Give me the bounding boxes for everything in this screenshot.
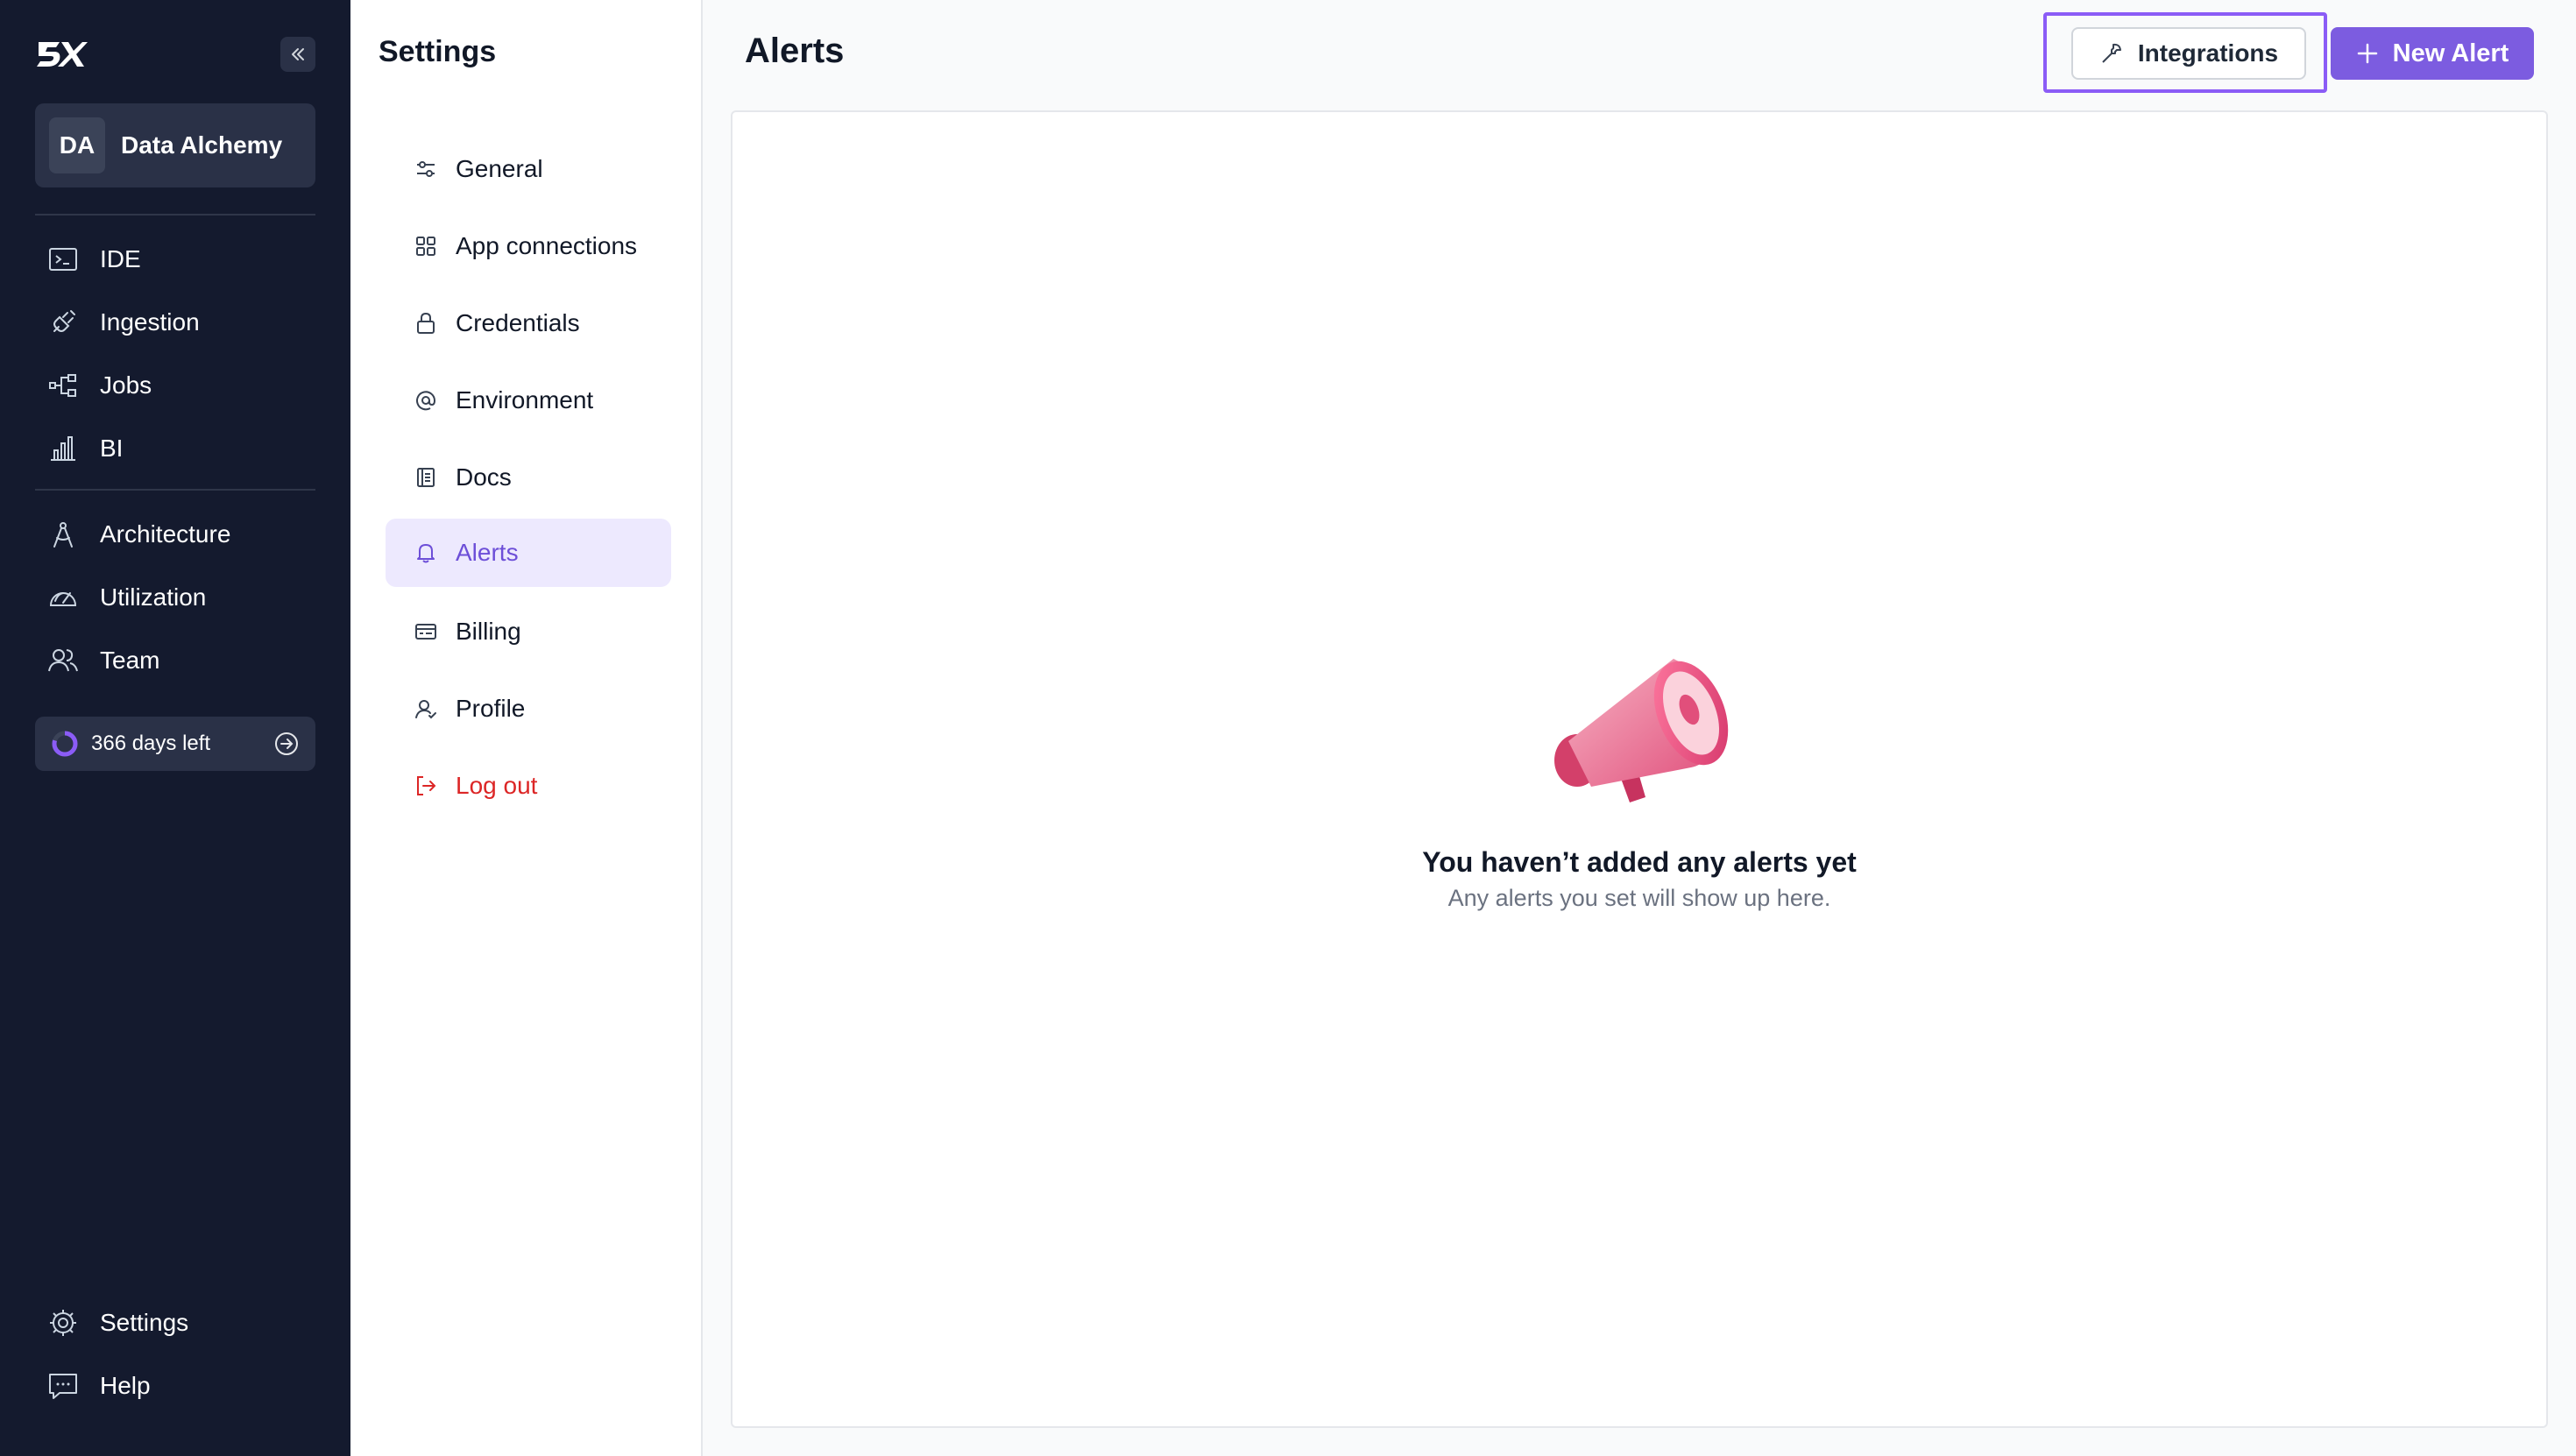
sidebar-item-label: Settings <box>100 1309 189 1336</box>
settings-item-docs[interactable]: Docs <box>386 443 671 512</box>
gauge-icon <box>44 578 82 617</box>
sliders-icon <box>412 155 440 183</box>
settings-item-alerts[interactable]: Alerts <box>386 519 671 587</box>
progress-ring-icon <box>52 731 78 757</box>
trial-days-label: 366 days left <box>91 732 211 755</box>
settings-item-label: App connections <box>456 232 638 259</box>
terminal-icon <box>44 240 82 279</box>
workflow-icon <box>44 366 82 405</box>
grid-icon <box>412 232 440 260</box>
brand-logo[interactable] <box>35 37 88 76</box>
plug-icon <box>44 303 82 342</box>
wrench-icon <box>2099 41 2124 66</box>
megaphone-icon <box>1554 659 1729 802</box>
sidebar-item-label: Jobs <box>100 371 152 399</box>
sidebar-item-label: Team <box>100 647 160 674</box>
sidebar-item-architecture[interactable]: Architecture <box>35 506 315 562</box>
chevrons-left-icon <box>292 48 304 60</box>
integrations-button[interactable]: Integrations <box>2071 27 2306 80</box>
empty-state-subtitle: Any alerts you set will show up here. <box>1447 885 1831 911</box>
workspace-switcher[interactable]: DA Data Alchemy <box>35 103 315 187</box>
trial-days-banner[interactable]: 366 days left <box>35 717 315 771</box>
sidebar-item-label: Architecture <box>100 520 231 548</box>
users-icon <box>44 641 82 680</box>
logout-icon <box>412 772 440 800</box>
sidebar-item-label: Help <box>100 1372 151 1399</box>
empty-state-title: You haven’t added any alerts yet <box>1422 846 1857 878</box>
at-icon <box>412 386 440 414</box>
collapse-sidebar-button[interactable] <box>280 37 315 72</box>
settings-item-billing[interactable]: Billing <box>386 597 671 666</box>
sidebar-item-bi[interactable]: BI <box>35 421 315 477</box>
lock-icon <box>412 309 440 337</box>
sidebar-item-help[interactable]: Help <box>35 1358 315 1414</box>
sidebar-item-label: Ingestion <box>100 308 200 336</box>
settings-item-general[interactable]: General <box>386 135 671 203</box>
workspace-avatar: DA <box>49 117 105 173</box>
bell-icon <box>412 539 440 567</box>
settings-item-label: Alerts <box>456 539 519 566</box>
settings-item-credentials[interactable]: Credentials <box>386 289 671 357</box>
sidebar-item-settings[interactable]: Settings <box>35 1295 315 1351</box>
settings-item-label: Profile <box>456 695 526 722</box>
logo-5x-icon <box>37 42 88 67</box>
doc-icon <box>412 463 440 491</box>
settings-item-label: Credentials <box>456 309 580 336</box>
settings-item-app-connections[interactable]: App connections <box>386 212 671 280</box>
workspace-name: Data Alchemy <box>121 131 283 159</box>
settings-item-label: Billing <box>456 618 521 645</box>
new-alert-label: New Alert <box>2392 39 2509 67</box>
sidebar-divider <box>35 214 315 216</box>
compass-icon <box>44 515 82 554</box>
settings-item-environment[interactable]: Environment <box>386 366 671 435</box>
sidebar-item-label: BI <box>100 435 124 462</box>
new-alert-button[interactable]: New Alert <box>2331 27 2534 80</box>
settings-item-label: Environment <box>456 386 594 413</box>
sidebar-item-utilization[interactable]: Utilization <box>35 569 315 626</box>
main-sidebar: DA Data Alchemy IDE Ingestion Jobs BI Ar… <box>0 0 350 1456</box>
user-icon <box>412 695 440 723</box>
megaphone-illustration <box>1542 618 1735 833</box>
settings-item-label: Log out <box>456 772 538 799</box>
settings-item-label: Docs <box>456 463 512 491</box>
settings-panel: Settings General App connections Credent… <box>350 0 703 1456</box>
sidebar-item-team[interactable]: Team <box>35 633 315 689</box>
settings-item-logout[interactable]: Log out <box>386 752 671 820</box>
sidebar-item-ingestion[interactable]: Ingestion <box>35 294 315 350</box>
sidebar-item-label: IDE <box>100 245 141 272</box>
settings-title: Settings <box>379 35 497 68</box>
chat-icon <box>44 1367 82 1405</box>
settings-item-label: General <box>456 155 543 182</box>
gear-icon <box>44 1304 82 1342</box>
page-title: Alerts <box>745 32 845 70</box>
sidebar-divider <box>35 489 315 491</box>
sidebar-item-jobs[interactable]: Jobs <box>35 357 315 413</box>
plus-icon <box>2356 42 2379 65</box>
integrations-label: Integrations <box>2137 39 2279 67</box>
sidebar-item-ide[interactable]: IDE <box>35 231 315 287</box>
settings-item-profile[interactable]: Profile <box>386 675 671 743</box>
billing-icon <box>412 618 440 646</box>
arrow-right-circle-icon <box>275 732 298 755</box>
sidebar-item-label: Utilization <box>100 583 207 611</box>
bar-chart-icon <box>44 429 82 468</box>
